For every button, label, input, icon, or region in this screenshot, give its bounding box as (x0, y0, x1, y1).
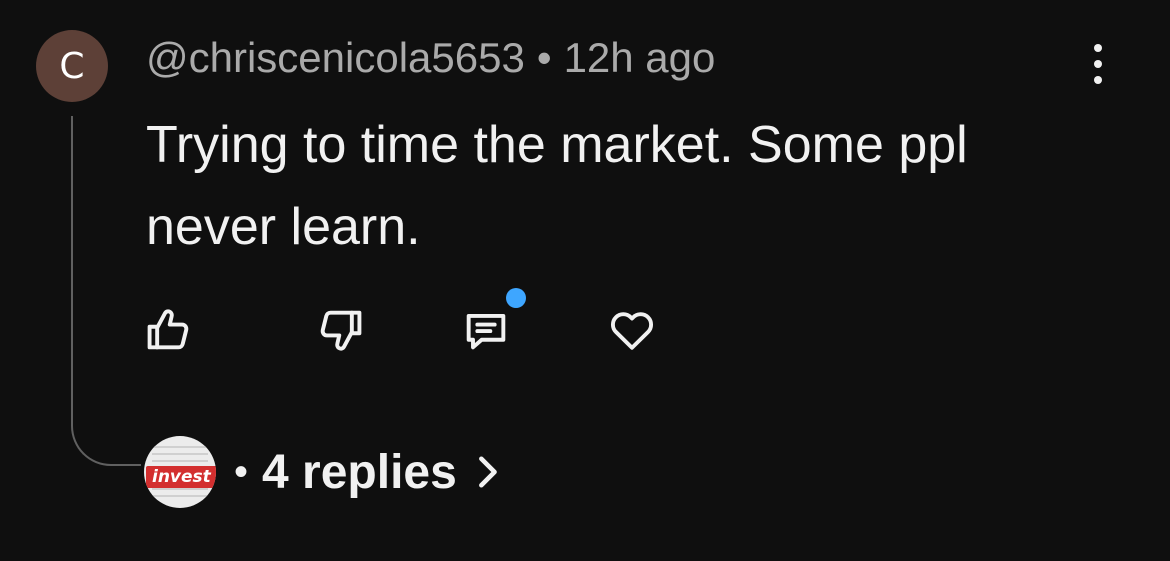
username-link[interactable]: @chriscenicola5653 (146, 34, 525, 82)
comment-text: Trying to time the market. Some ppl neve… (146, 116, 968, 256)
avatar-logo-text: invest (146, 466, 216, 488)
comment-header: @chriscenicola5653 • 12h ago (146, 34, 715, 82)
view-replies-button[interactable]: invest • 4 replies (144, 436, 499, 508)
thread-connector-line (71, 116, 141, 466)
replies-count-label[interactable]: 4 replies (262, 445, 457, 500)
heart-button[interactable] (602, 300, 662, 360)
header-separator: • (536, 34, 552, 81)
dislike-button[interactable] (311, 300, 371, 360)
heart-icon (610, 312, 654, 350)
user-avatar[interactable]: C (36, 30, 108, 102)
comment-icon (466, 313, 506, 350)
like-button[interactable] (138, 300, 198, 360)
notification-dot (506, 288, 526, 308)
reply-avatar: invest (144, 436, 216, 508)
more-options-icon[interactable] (1084, 44, 1112, 84)
thumbs-up-icon (147, 309, 189, 350)
thumbs-down-icon (320, 310, 362, 351)
comment-timestamp[interactable]: 12h ago (564, 34, 716, 82)
replies-separator: • (234, 449, 249, 494)
avatar-letter: C (59, 45, 85, 87)
chevron-right-icon (478, 456, 497, 488)
reply-button[interactable] (456, 300, 516, 360)
